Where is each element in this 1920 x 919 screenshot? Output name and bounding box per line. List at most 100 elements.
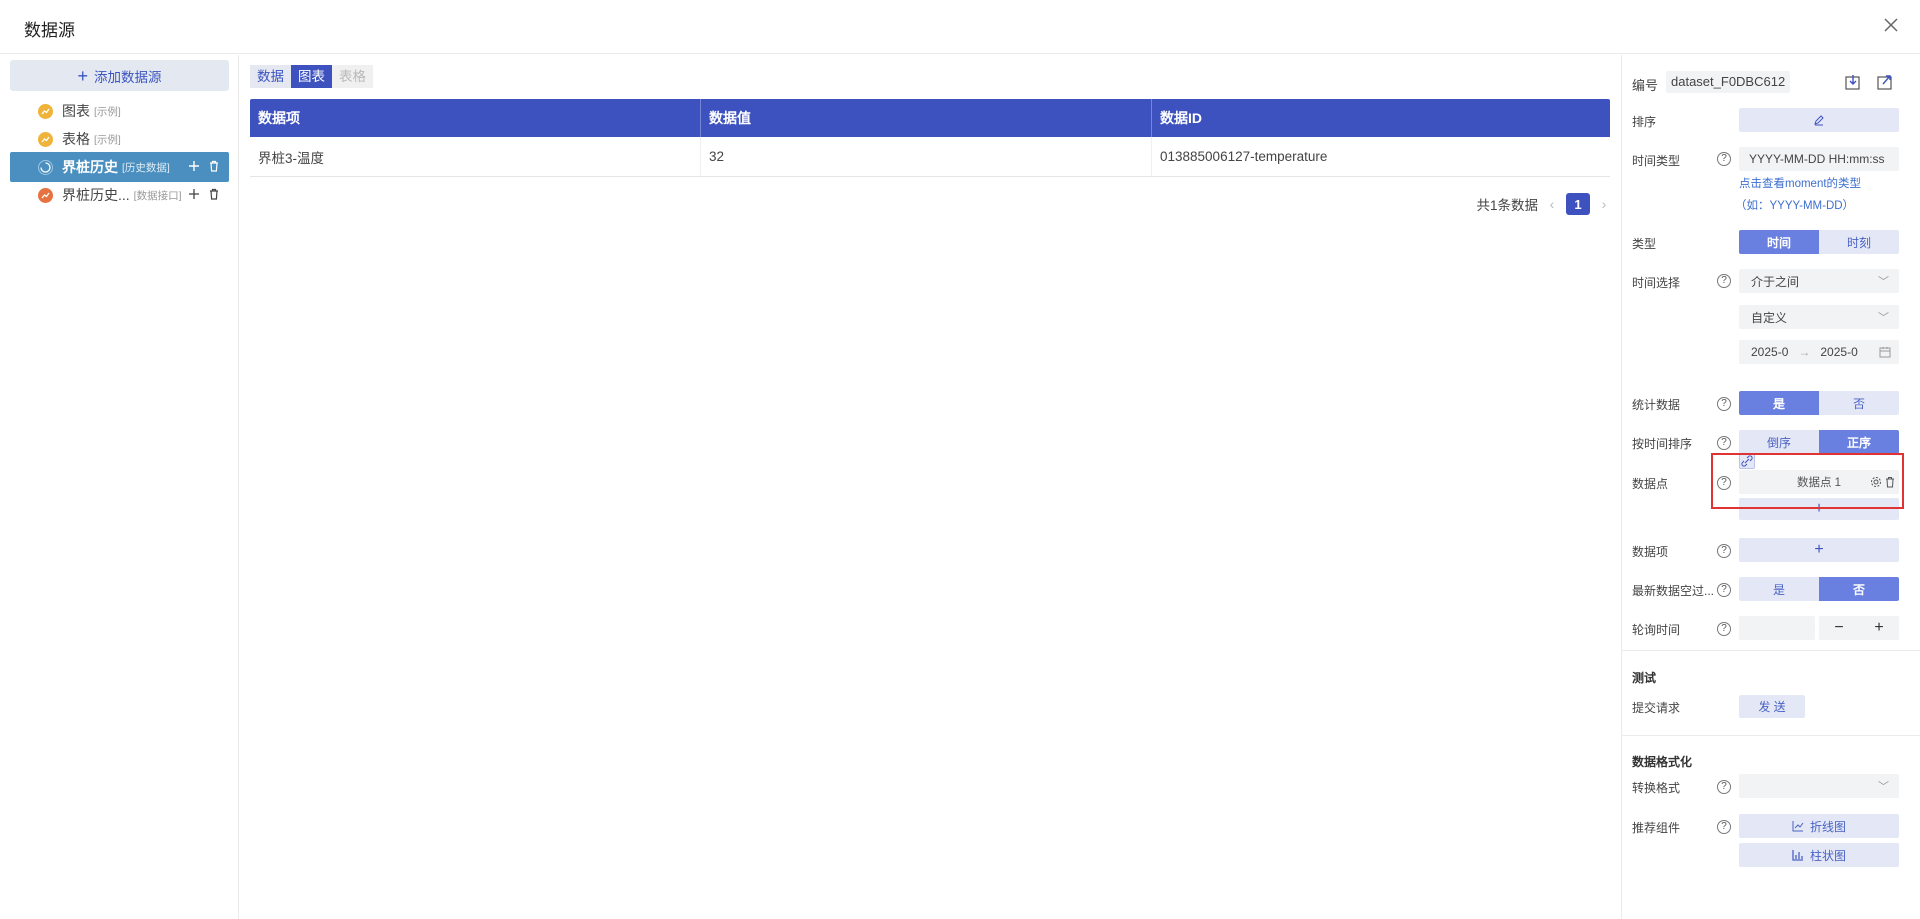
chevron-down-icon: ﹀ — [1878, 781, 1889, 793]
add-datasource-label: 添加数据源 — [94, 69, 162, 85]
date-range-picker[interactable]: 2025-0 → 2025-0 — [1739, 340, 1899, 364]
help-icon[interactable]: ? — [1717, 397, 1731, 411]
poll-time-input[interactable] — [1739, 616, 1815, 640]
date-start: 2025-0 — [1751, 345, 1789, 359]
kind-option-moment[interactable]: 时刻 — [1819, 230, 1899, 254]
add-datasource-button[interactable]: + 添加数据源 — [10, 60, 229, 91]
time-select-value: 介于之间 — [1751, 274, 1800, 289]
stat-toggle: 是 否 — [1739, 391, 1899, 415]
datasource-item-tag: [示例] — [94, 133, 121, 146]
order-option-desc[interactable]: 倒序 — [1739, 430, 1819, 454]
date-end: 2025-0 — [1820, 345, 1858, 359]
calendar-icon — [1879, 347, 1891, 358]
test-section-title: 测试 — [1632, 671, 1657, 685]
plus-icon[interactable]: + — [1859, 616, 1899, 640]
tab-table[interactable]: 表格 — [332, 65, 373, 88]
tab-data[interactable]: 数据 — [250, 65, 291, 88]
help-icon[interactable]: ? — [1717, 622, 1731, 636]
latest-null-option-no[interactable]: 否 — [1819, 577, 1899, 601]
chart-icon — [38, 131, 53, 147]
stat-label: 统计数据 — [1632, 398, 1681, 412]
convert-format-dropdown[interactable]: ﹀ — [1739, 774, 1899, 798]
submit-label: 提交请求 — [1632, 701, 1681, 715]
time-type-label: 时间类型 — [1632, 154, 1681, 168]
chevron-down-icon: ﹀ — [1878, 312, 1889, 324]
recommend-line-button[interactable]: 折线图 — [1739, 814, 1899, 838]
latest-null-option-yes[interactable]: 是 — [1739, 577, 1819, 601]
table-cell: 013885006127-temperature — [1160, 149, 1328, 164]
minus-icon[interactable]: − — [1819, 616, 1859, 640]
line-chart-icon — [1792, 821, 1804, 832]
help-icon[interactable]: ? — [1717, 274, 1731, 288]
id-label: 编号 — [1632, 78, 1659, 93]
data-table: 数据项 数据值 数据ID 界桩3-温度 32 013885006127-temp… — [250, 99, 1610, 177]
custom-dropdown[interactable]: 自定义 ﹀ — [1739, 305, 1899, 329]
datasource-item-label: 表格 — [62, 131, 90, 147]
trash-icon[interactable] — [207, 187, 221, 201]
help-icon[interactable]: ? — [1717, 436, 1731, 450]
export-icon[interactable] — [1876, 73, 1894, 91]
datasource-item-label: 图表 — [62, 103, 90, 119]
next-page-icon[interactable]: › — [1598, 196, 1610, 212]
moment-link[interactable]: 点击查看moment的类型 — [1739, 175, 1861, 191]
chart-icon — [38, 103, 53, 119]
item-label: 数据项 — [1632, 545, 1669, 559]
order-toggle: 倒序 正序 — [1739, 430, 1899, 454]
help-icon[interactable]: ? — [1717, 544, 1731, 558]
datasource-item-tag: [数据接口] — [133, 189, 182, 202]
table-row[interactable]: 界桩3-温度 32 013885006127-temperature — [250, 137, 1610, 177]
dialog-title: 数据源 — [24, 21, 75, 40]
help-icon[interactable]: ? — [1717, 780, 1731, 794]
datasource-item-tag: [历史数据] — [122, 161, 170, 174]
custom-value: 自定义 — [1751, 310, 1788, 325]
recommend-bar-button[interactable]: 柱状图 — [1739, 843, 1899, 867]
latest-null-label: 最新数据空过... — [1632, 584, 1715, 598]
chevron-down-icon: ﹀ — [1878, 276, 1889, 288]
time-select-dropdown[interactable]: 介于之间 ﹀ — [1739, 269, 1899, 293]
recommend-bar-label: 柱状图 — [1809, 848, 1846, 863]
help-icon[interactable]: ? — [1717, 583, 1731, 597]
trash-icon[interactable] — [207, 159, 221, 173]
send-button[interactable]: 发 送 — [1739, 695, 1805, 718]
sort-edit-button[interactable] — [1739, 108, 1899, 132]
time-type-input[interactable]: YYYY-MM-DD HH:mm:ss — [1739, 147, 1899, 171]
order-option-asc[interactable]: 正序 — [1819, 430, 1899, 454]
column-header: 数据值 — [701, 99, 1152, 137]
stat-option-yes[interactable]: 是 — [1739, 391, 1819, 415]
kind-toggle: 时间 时刻 — [1739, 230, 1899, 254]
datasource-item-api[interactable]: 界桩历史... [数据接口] — [10, 180, 229, 210]
table-header: 数据项 数据值 数据ID — [250, 99, 1610, 137]
date-range-arrow: → — [1798, 345, 1811, 359]
import-icon[interactable] — [1844, 73, 1862, 91]
help-icon[interactable]: ? — [1717, 152, 1731, 166]
chart-icon — [38, 187, 53, 203]
datasource-item-chart[interactable]: 图表 [示例] — [10, 96, 229, 126]
datasource-item-table[interactable]: 表格 [示例] — [10, 124, 229, 154]
datasource-item-tag: [示例] — [94, 105, 121, 118]
poll-stepper: − + — [1819, 616, 1899, 640]
tab-chart[interactable]: 图表 — [291, 65, 332, 88]
edit-icon — [1814, 115, 1824, 126]
table-cell: 界桩3-温度 — [250, 137, 701, 176]
poll-label: 轮询时间 — [1632, 623, 1681, 637]
datasource-item-history[interactable]: 界桩历史 [历史数据] — [10, 152, 229, 182]
dialog-header: 数据源 — [0, 0, 1920, 54]
close-icon[interactable] — [1880, 14, 1902, 36]
highlight-box — [1711, 453, 1904, 509]
add-icon[interactable] — [187, 187, 201, 201]
pagination-summary: 共1条数据 — [1476, 198, 1538, 213]
sort-label: 排序 — [1632, 115, 1657, 129]
convert-label: 转换格式 — [1632, 781, 1681, 795]
point-label: 数据点 — [1632, 477, 1669, 491]
stat-option-no[interactable]: 否 — [1819, 391, 1899, 415]
divider — [1622, 735, 1920, 736]
add-icon[interactable] — [187, 159, 201, 173]
datasource-sidebar: + 添加数据源 图表 [示例] 表格 [示例] 界桩历史 [历史数据] 界桩历史… — [0, 55, 239, 919]
help-icon[interactable]: ? — [1717, 820, 1731, 834]
kind-option-time[interactable]: 时间 — [1739, 230, 1819, 254]
format-section-title: 数据格式化 — [1632, 755, 1693, 769]
kind-label: 类型 — [1632, 237, 1657, 251]
prev-page-icon[interactable]: ‹ — [1546, 196, 1558, 212]
add-data-item-button[interactable]: + — [1739, 538, 1899, 562]
page-number[interactable]: 1 — [1566, 193, 1590, 215]
